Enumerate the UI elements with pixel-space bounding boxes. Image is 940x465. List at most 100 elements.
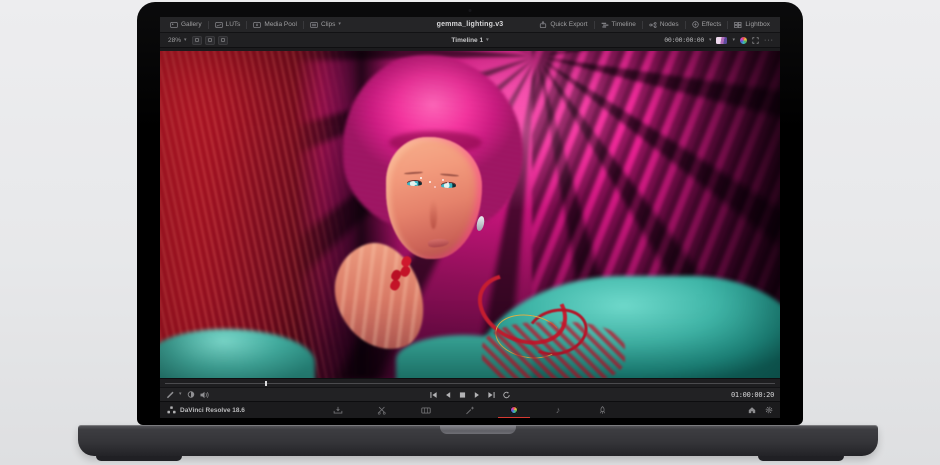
zoom-level-select[interactable]: 28% ▾ (166, 34, 189, 46)
viewer-tools: ▾ (166, 391, 209, 399)
clips-label: Clips (321, 21, 335, 28)
speaker-icon[interactable] (200, 391, 209, 399)
zoom-level-value: 28% (168, 37, 181, 44)
viewer-option-button-3[interactable] (218, 36, 228, 45)
effects-icon (692, 21, 699, 28)
annotation-pen-icon[interactable] (166, 391, 174, 399)
clips-icon (310, 22, 318, 28)
loop-button[interactable] (503, 391, 511, 399)
home-icon[interactable] (748, 406, 756, 414)
toolbar-left-group: Gallery LUTs Media Pool Clips ▾ (165, 19, 346, 31)
viewer-option-icon (221, 38, 225, 42)
play-button[interactable] (474, 391, 481, 399)
transport-controls (430, 391, 511, 399)
quick-export-icon (539, 21, 547, 28)
edit-page-icon (421, 406, 431, 415)
viewer-option-icon (208, 38, 212, 42)
viewer-image (160, 48, 780, 378)
playhead-marker[interactable] (265, 381, 267, 386)
app-brand: DaVinci Resolve 18.6 (167, 406, 245, 414)
color-wheel-icon[interactable] (740, 37, 747, 44)
gallery-label: Gallery (181, 21, 202, 28)
laptop-screen: Gallery LUTs Media Pool Clips ▾ (137, 2, 803, 425)
page-edit-button[interactable] (419, 402, 433, 419)
nodes-icon (649, 22, 657, 28)
webcam-icon (469, 9, 472, 12)
effects-button[interactable]: Effects (687, 19, 727, 31)
effects-label: Effects (702, 21, 722, 28)
nodes-button[interactable]: Nodes (644, 19, 684, 31)
stop-button[interactable] (459, 391, 467, 399)
viewer-option-icon (195, 38, 199, 42)
cut-page-icon (377, 406, 387, 415)
divider (246, 21, 247, 29)
chevron-down-icon: ▾ (338, 22, 341, 27)
expand-icon[interactable] (752, 37, 759, 44)
pagebar-right-group (748, 406, 773, 414)
lid-lift-notch (440, 425, 516, 434)
top-toolbar: Gallery LUTs Media Pool Clips ▾ (160, 17, 780, 33)
page-bar: DaVinci Resolve 18.6 (160, 401, 780, 418)
divider (303, 21, 304, 29)
davinci-resolve-logo (167, 406, 176, 414)
media-pool-button[interactable]: Media Pool (248, 19, 302, 31)
quick-export-button[interactable]: Quick Export (534, 19, 592, 31)
page-color-button[interactable] (507, 402, 521, 419)
page-deliver-button[interactable] (595, 402, 609, 419)
chevron-down-icon: ▾ (179, 392, 182, 397)
record-timecode: 01:00:00:20 (731, 391, 774, 399)
viewer-scrubber[interactable] (160, 378, 780, 387)
timeline-selector-value: Timeline 1 (451, 37, 483, 44)
color-page-icon (510, 406, 518, 414)
timeline-icon (601, 22, 609, 28)
chevron-down-icon: ▾ (732, 38, 735, 43)
compare-icon[interactable] (187, 391, 195, 398)
clips-button[interactable]: Clips ▾ (305, 19, 346, 31)
timeline-label: Timeline (612, 21, 636, 28)
chevron-down-icon: ▾ (486, 38, 489, 43)
fusion-page-icon (465, 406, 475, 415)
project-title: gemma_lighting.v3 (437, 21, 504, 28)
laptop-foot (96, 456, 182, 461)
luts-button[interactable]: LUTs (210, 19, 246, 31)
viewer-option-button-1[interactable] (192, 36, 202, 45)
lightbox-label: Lightbox (745, 21, 770, 28)
gallery-button[interactable]: Gallery (165, 19, 207, 31)
active-page-underline (498, 417, 530, 419)
scrubber-track[interactable] (165, 383, 775, 384)
luts-label: LUTs (226, 21, 241, 28)
monitor-preview-icon[interactable] (716, 37, 727, 44)
page-fairlight-button[interactable]: ♪ (551, 402, 565, 419)
step-back-button[interactable] (445, 391, 452, 399)
timeline-button[interactable]: Timeline (596, 19, 641, 31)
page-media-button[interactable] (331, 402, 345, 419)
viewer-toolbar-left: 28% ▾ (166, 34, 228, 46)
viewer (160, 48, 780, 378)
divider (208, 21, 209, 29)
gallery-icon (170, 22, 178, 28)
media-page-icon (333, 406, 343, 415)
page-fusion-button[interactable] (463, 402, 477, 419)
timeline-selector[interactable]: Timeline 1 ▾ (451, 37, 488, 44)
viewer-option-button-2[interactable] (205, 36, 215, 45)
lightbox-button[interactable]: Lightbox (729, 19, 775, 31)
nodes-label: Nodes (660, 21, 679, 28)
gear-icon[interactable] (765, 406, 773, 414)
chevron-down-icon: ▾ (184, 38, 187, 43)
luts-icon (215, 22, 223, 28)
divider (642, 21, 643, 29)
lightbox-icon (734, 22, 742, 28)
skip-to-start-button[interactable] (430, 391, 438, 399)
laptop-base (78, 425, 878, 456)
viewer-toolbar: 28% ▾ Timeline 1 ▾ 00:00:00:00 ▾ ▾ ··· (160, 33, 780, 48)
page-tabs: ♪ (331, 402, 609, 419)
divider (727, 21, 728, 29)
chevron-down-icon: ▾ (709, 38, 712, 43)
transport-bar: ▾ 01:00:00:20 (160, 387, 780, 401)
page-cut-button[interactable] (375, 402, 389, 419)
davinci-resolve-window: Gallery LUTs Media Pool Clips ▾ (160, 17, 780, 418)
skip-to-end-button[interactable] (488, 391, 496, 399)
more-options-icon[interactable]: ··· (764, 37, 774, 44)
toolbar-right-group: Quick Export Timeline Nodes Effects (534, 19, 775, 31)
viewer-timecode: 00:00:00:00 (664, 36, 704, 44)
